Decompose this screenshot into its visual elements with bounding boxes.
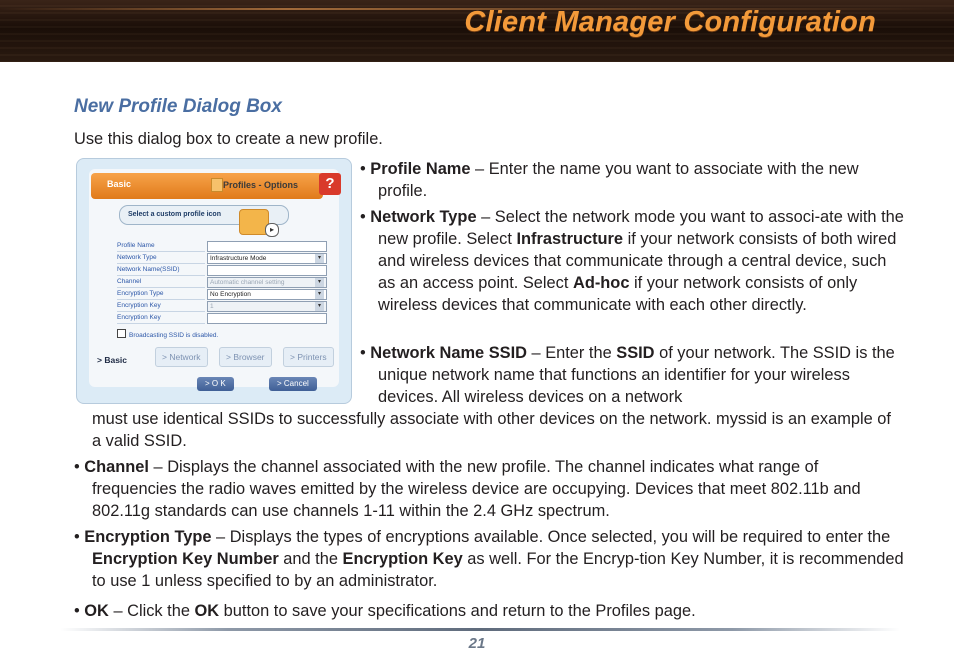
dialog-basic-label: Basic	[107, 179, 132, 189]
network-type-value: Infrastructure Mode	[210, 255, 267, 262]
term-network-name-ssid: Network Name SSID	[370, 344, 527, 362]
encryption-key-number-value: 1	[210, 303, 214, 310]
channel-select[interactable]: Automatic channel setting ▾	[207, 277, 327, 288]
tab-printers[interactable]: > Printers	[283, 347, 334, 367]
footer-divider	[60, 628, 900, 631]
term-ok-2: OK	[194, 602, 220, 620]
channel-value: Automatic channel setting	[210, 279, 285, 286]
desc-encryption-1: – Displays the types of encryptions avai…	[211, 528, 891, 546]
broadcast-ssid-label: Broadcasting SSID is disabled.	[129, 332, 219, 339]
term-channel: Channel	[84, 458, 149, 476]
channel-label: Channel	[117, 277, 205, 288]
encryption-key-input[interactable]	[207, 313, 327, 324]
encryption-key-label: Encryption Key	[117, 313, 205, 324]
checkbox-icon	[117, 329, 126, 338]
profiles-icon	[211, 178, 223, 192]
bullet-profile-name: • Profile Name – Enter the name you want…	[360, 160, 859, 200]
tab-browser[interactable]: > Browser	[219, 347, 272, 367]
form-row-profile-name: Profile Name	[117, 241, 327, 252]
bullet-ok: • OK – Click the OK button to save your …	[74, 602, 696, 620]
dialog-tabs: > Basic > Network > Browser > Printers	[91, 347, 341, 369]
desc-ok-1: – Click the	[108, 602, 195, 620]
desc-encryption-2: and the	[278, 550, 343, 568]
term-profile-name: Profile Name	[370, 160, 471, 178]
profile-name-input[interactable]	[207, 241, 327, 252]
chevron-down-icon: ▾	[315, 302, 324, 311]
form-row-encryption-type: Encryption Type No Encryption ▾	[117, 289, 327, 300]
header-banner: Client Manager Configuration	[0, 0, 954, 62]
bullet-channel: • Channel – Displays the channel associa…	[74, 458, 861, 520]
icon-next-arrow-icon[interactable]: ▸	[265, 223, 279, 237]
ssid-label: Network Name(SSID)	[117, 265, 205, 276]
desc-ok-2: button to save your specifications and r…	[219, 602, 696, 620]
chevron-down-icon: ▾	[315, 254, 324, 263]
encryption-key-number-label: Encryption Key	[117, 301, 205, 312]
desc-ssid-1: – Enter the	[526, 344, 617, 362]
term-encryption-key: Encryption Key	[342, 550, 463, 568]
chevron-down-icon: ▾	[315, 290, 324, 299]
section-title: New Profile Dialog Box	[74, 96, 282, 117]
term-infrastructure: Infrastructure	[516, 230, 624, 248]
ssid-input[interactable]	[207, 265, 327, 276]
network-type-label: Network Type	[117, 253, 205, 264]
tab-basic[interactable]: > Basic	[91, 351, 134, 369]
broadcast-ssid-checkbox[interactable]: Broadcasting SSID is disabled.	[117, 329, 218, 339]
encryption-type-label: Encryption Type	[117, 289, 205, 300]
term-adhoc: Ad-hoc	[572, 274, 630, 292]
page-title: Client Manager Configuration	[464, 6, 876, 38]
new-profile-dialog-screenshot: Basic Profiles - Options ? Select a cust…	[76, 158, 352, 404]
intro-text: Use this dialog box to create a new prof…	[74, 130, 383, 148]
bullet-network-type: • Network Type – Select the network mode…	[360, 208, 904, 314]
dialog-profiles-options: Profiles - Options	[223, 180, 299, 190]
term-ok: OK	[84, 602, 109, 620]
term-encryption-type: Encryption Type	[84, 528, 212, 546]
form-row-ssid: Network Name(SSID)	[117, 265, 327, 276]
page-number: 21	[468, 635, 486, 652]
term-network-type: Network Type	[370, 208, 477, 226]
form-row-channel: Channel Automatic channel setting ▾	[117, 277, 327, 288]
ok-button[interactable]: > O K	[197, 377, 234, 391]
encryption-type-value: No Encryption	[210, 291, 251, 298]
form-row-network-type: Network Type Infrastructure Mode ▾	[117, 253, 327, 264]
cancel-button[interactable]: > Cancel	[269, 377, 317, 391]
bullet-encryption-type: • Encryption Type – Displays the types o…	[74, 528, 904, 590]
help-button[interactable]: ?	[319, 173, 341, 195]
encryption-key-number-select[interactable]: 1 ▾	[207, 301, 327, 312]
form-row-encryption-key-number: Encryption Key 1 ▾	[117, 301, 327, 312]
bullet-ssid-continued: must use identical SSIDs to successfully…	[92, 410, 891, 450]
bullet-ssid: • Network Name SSID – Enter the SSID of …	[360, 344, 895, 406]
desc-channel: – Displays the channel associated with t…	[92, 458, 861, 520]
term-ssid: SSID	[616, 344, 655, 362]
term-encryption-key-number: Encryption Key Number	[92, 550, 279, 568]
form-row-encryption-key: Encryption Key	[117, 313, 327, 324]
profile-name-label: Profile Name	[117, 241, 205, 252]
chevron-down-icon: ▾	[315, 278, 324, 287]
encryption-type-select[interactable]: No Encryption ▾	[207, 289, 327, 300]
tab-network[interactable]: > Network	[155, 347, 208, 367]
network-type-select[interactable]: Infrastructure Mode ▾	[207, 253, 327, 264]
